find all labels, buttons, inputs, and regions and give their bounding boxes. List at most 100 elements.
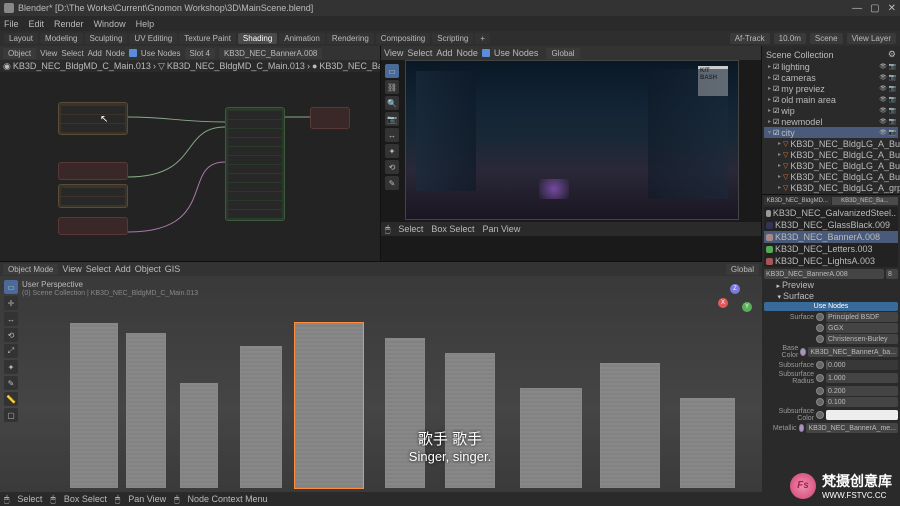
- nav-gizmo[interactable]: Z Y X: [718, 284, 752, 318]
- tool-addcube[interactable]: ▢: [4, 408, 18, 422]
- viewlayer-select[interactable]: View Layer: [847, 33, 896, 44]
- vp-add[interactable]: Add: [115, 264, 131, 274]
- material-slot[interactable]: KB3D_NEC_GlassBlack.009: [764, 219, 898, 231]
- visibility-icons[interactable]: 👁 📷: [879, 63, 896, 70]
- node-texture-2[interactable]: [58, 162, 128, 180]
- tool-move[interactable]: ↔: [4, 312, 18, 326]
- imgtool-camera[interactable]: 📷: [385, 112, 399, 126]
- minimize-icon[interactable]: —: [852, 3, 862, 14]
- imgtool-annotate[interactable]: ✎: [385, 176, 399, 190]
- tab-uv[interactable]: UV Editing: [129, 33, 177, 44]
- img-global[interactable]: Global: [546, 48, 579, 59]
- menu-render[interactable]: Render: [54, 19, 84, 29]
- bc-item-0[interactable]: KB3D_NEC_BldgMD_C_Main.013: [13, 61, 151, 71]
- vp-view[interactable]: View: [62, 264, 81, 274]
- tab-modeling[interactable]: Modeling: [40, 33, 82, 44]
- tool-rotate[interactable]: ⟲: [4, 328, 18, 342]
- use-nodes-button[interactable]: Use Nodes: [764, 302, 898, 311]
- vp-gis[interactable]: GIS: [165, 264, 181, 274]
- tool-transform[interactable]: ✦: [4, 360, 18, 374]
- vp-orient[interactable]: Global: [726, 264, 759, 275]
- tool-annotate[interactable]: ✎: [4, 376, 18, 390]
- maximize-icon[interactable]: ▢: [870, 3, 879, 14]
- tab-rendering[interactable]: Rendering: [327, 33, 374, 44]
- render-preview[interactable]: KIT BASH: [405, 60, 739, 220]
- imgtool-transform[interactable]: ✦: [385, 144, 399, 158]
- tab-add[interactable]: +: [475, 33, 490, 44]
- outliner-item[interactable]: ▸▽KB3D_NEC_BldgLG_A_BuildingC.0👁 📷: [764, 160, 898, 171]
- building-2[interactable]: [126, 333, 166, 488]
- vp-mode[interactable]: Object Mode: [3, 264, 58, 275]
- visibility-icons[interactable]: 👁 📷: [879, 107, 896, 114]
- prop-tab-1[interactable]: KB3D_NEC_Ba...: [832, 197, 899, 205]
- surface-value[interactable]: Principled BSDF: [826, 312, 898, 322]
- img-select[interactable]: Select: [407, 48, 432, 58]
- tab-compositing[interactable]: Compositing: [376, 33, 430, 44]
- shader-property[interactable]: Subsurface Radius1.000: [764, 371, 898, 385]
- outliner[interactable]: Scene Collection⚙ ▸☑lighting👁 📷▸☑cameras…: [762, 46, 900, 194]
- tool-select[interactable]: ▭: [4, 280, 18, 294]
- shader-property[interactable]: 0.100: [764, 397, 898, 407]
- node-texture-4[interactable]: [58, 217, 128, 235]
- node-node[interactable]: Node: [106, 49, 125, 58]
- node-mode[interactable]: Object: [3, 48, 36, 59]
- shader-property[interactable]: Subsurface0.000: [764, 360, 898, 370]
- img-add[interactable]: Add: [436, 48, 452, 58]
- node-select[interactable]: Select: [61, 49, 83, 58]
- outliner-item[interactable]: ▸☑my previez👁 📷: [764, 83, 898, 94]
- outliner-item[interactable]: ▸☑lighting👁 📷: [764, 61, 898, 72]
- img-usenodes-check[interactable]: [482, 49, 490, 57]
- vp-object[interactable]: Object: [135, 264, 161, 274]
- tool-cursor[interactable]: ✛: [4, 296, 18, 310]
- material-name[interactable]: KB3D_NEC_BannerA.008: [764, 269, 884, 279]
- outliner-item[interactable]: ▸▽KB3D_NEC_BldgLG_A_grp.001👁 📷: [764, 182, 898, 193]
- building-7[interactable]: [445, 353, 495, 488]
- material-list[interactable]: KB3D_NEC_GalvanizedSteel..KB3D_NEC_Glass…: [764, 207, 898, 267]
- shader-property[interactable]: Base ColorKB3D_NEC_BannerA_ba...: [764, 345, 898, 359]
- tool-measure[interactable]: 📏: [4, 392, 18, 406]
- menu-file[interactable]: File: [4, 19, 19, 29]
- preview-label[interactable]: Preview: [782, 280, 814, 290]
- shader-property[interactable]: GGX: [764, 323, 898, 333]
- imgtool-links[interactable]: ⛓: [385, 80, 399, 94]
- slot-select[interactable]: Slot 4: [185, 48, 215, 59]
- shader-property[interactable]: 0.200: [764, 386, 898, 396]
- node-principled[interactable]: [225, 107, 285, 221]
- material-slot[interactable]: KB3D_NEC_Letters.003: [764, 243, 898, 255]
- node-texture-1[interactable]: [58, 102, 128, 135]
- tab-texture[interactable]: Texture Paint: [179, 33, 236, 44]
- imgtool-move[interactable]: ↔: [385, 128, 399, 142]
- visibility-icons[interactable]: 👁 📷: [879, 96, 896, 103]
- shader-property[interactable]: Christensen-Burley: [764, 334, 898, 344]
- imgtool-select[interactable]: ▭: [385, 64, 399, 78]
- visibility-icons[interactable]: 👁 📷: [879, 85, 896, 92]
- material-slot[interactable]: KB3D_NEC_LightsA.003: [764, 255, 898, 267]
- outliner-item[interactable]: ▸▽KB3D_NEC_BldgLG_A_BuildingB.0👁 📷: [764, 149, 898, 160]
- tab-scripting[interactable]: Scripting: [432, 33, 473, 44]
- menu-help[interactable]: Help: [136, 19, 155, 29]
- outliner-item[interactable]: ▸☑old main area👁 📷: [764, 94, 898, 105]
- node-view[interactable]: View: [40, 49, 57, 58]
- outliner-item[interactable]: ▸☑cameras👁 📷: [764, 72, 898, 83]
- outliner-item[interactable]: ▾☑city👁 📷: [764, 127, 898, 138]
- node-add[interactable]: Add: [88, 49, 102, 58]
- menu-edit[interactable]: Edit: [29, 19, 45, 29]
- tool-scale[interactable]: ⤢: [4, 344, 18, 358]
- building-6[interactable]: [385, 338, 425, 488]
- node-texture-3[interactable]: [58, 184, 128, 208]
- visibility-icons[interactable]: 👁 📷: [879, 74, 896, 81]
- aftrack-label[interactable]: Af-Track: [730, 33, 770, 44]
- building-9[interactable]: [600, 363, 660, 488]
- outliner-item[interactable]: ▸▽KB3D_NEC_BldgLG_A_BuildingA.0👁 📷: [764, 138, 898, 149]
- tab-layout[interactable]: Layout: [4, 33, 38, 44]
- visibility-icons[interactable]: 👁 📷: [879, 129, 896, 136]
- close-icon[interactable]: ✕: [888, 3, 896, 14]
- building-4[interactable]: [240, 346, 282, 488]
- scene-select[interactable]: Scene: [810, 33, 843, 44]
- surface-socket[interactable]: [816, 313, 824, 321]
- use-nodes-check[interactable]: [129, 49, 137, 57]
- aftrack-value[interactable]: 10.0m: [774, 33, 806, 44]
- outliner-item[interactable]: ▸☑wip👁 📷: [764, 105, 898, 116]
- menu-window[interactable]: Window: [94, 19, 126, 29]
- material-slot[interactable]: KB3D_NEC_GalvanizedSteel..: [764, 207, 898, 219]
